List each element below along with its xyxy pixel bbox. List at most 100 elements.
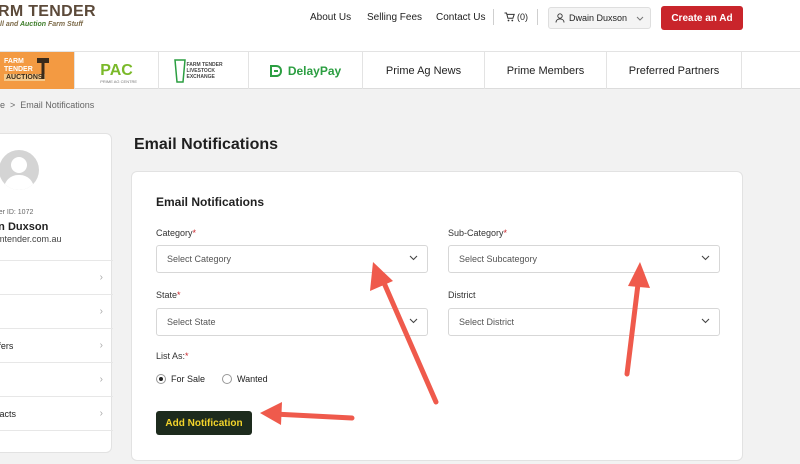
sidebar-item[interactable]	[0, 430, 113, 464]
livestock-exchange-logo[interactable]: FARM TENDER LIVESTOCK EXCHANGE	[159, 52, 249, 89]
chevron-down-icon	[636, 16, 644, 21]
state-label: State*	[156, 290, 181, 300]
chevron-right-icon: ›	[99, 306, 103, 317]
chevron-down-icon	[409, 318, 418, 324]
nav-prime-ag-news-label: Prime Ag News	[385, 64, 462, 77]
auctions-logo-text: FARM TENDER	[4, 58, 33, 74]
required-mark: *	[185, 351, 189, 361]
category-label: Category*	[156, 228, 196, 238]
sidebar-item[interactable]: ›	[0, 362, 113, 396]
list-as-label-text: List As:	[156, 351, 186, 361]
add-notification-button[interactable]: Add Notification	[156, 411, 252, 435]
pac-logo-text: PAC PRIME AG CENTRE	[100, 61, 137, 84]
wanted-label: Wanted	[237, 374, 268, 384]
user-menu-button[interactable]: Dwain Duxson	[548, 7, 651, 29]
pac-logo[interactable]: PAC PRIME AG CENTRE	[75, 52, 159, 89]
header-divider	[493, 9, 494, 25]
required-mark: *	[177, 290, 181, 300]
user-icon	[555, 13, 565, 23]
page-title: Email Notifications	[134, 136, 279, 153]
member-email: armtender.com.au	[0, 234, 62, 244]
user-name: Dwain Duxson	[569, 13, 628, 23]
district-select-value: Select District	[459, 317, 515, 327]
member-name: ain Duxson	[0, 221, 49, 233]
chevron-right-icon: ›	[99, 340, 103, 351]
breadcrumb-separator: >	[10, 100, 16, 110]
about-us-link[interactable]: About Us	[310, 12, 351, 26]
sidebar-item[interactable]: gs›	[0, 260, 113, 294]
sidebar-item-label: ntracts	[0, 408, 17, 419]
state-label-text: State	[156, 290, 178, 300]
avatar	[0, 150, 39, 190]
radio-selected-icon	[156, 374, 166, 384]
cart-icon	[504, 12, 515, 22]
auctions-logo-line2: TENDER	[4, 66, 33, 73]
chevron-down-icon	[701, 318, 710, 324]
required-mark: *	[192, 228, 197, 238]
delaypay-icon	[269, 64, 282, 77]
header-divider	[537, 9, 538, 25]
breadcrumb-current: Email Notifications	[20, 100, 95, 110]
livestock-exchange-label: FARM TENDER LIVESTOCK EXCHANGE	[186, 61, 223, 80]
state-select[interactable]: Select State	[156, 308, 428, 336]
chevron-down-icon	[409, 255, 418, 261]
gavel-icon	[37, 58, 49, 79]
delaypay-label: DelayPay	[287, 63, 342, 78]
sidebar-item[interactable]: ntracts ›	[0, 396, 113, 430]
delaypay-logo-text: DelayPay	[269, 63, 342, 78]
cart-count: (0)	[517, 12, 528, 22]
cart-button[interactable]: (0)	[504, 12, 528, 22]
chevron-down-icon	[701, 255, 710, 261]
form-title: Email Notifications	[156, 195, 265, 209]
required-mark: *	[503, 228, 508, 238]
subcategory-label-text: Sub-Category	[448, 228, 504, 238]
create-ad-button[interactable]: Create an Ad	[661, 6, 743, 30]
breadcrumb: e > Email Notifications	[0, 100, 94, 110]
subcategory-select-value: Select Subcategory	[459, 254, 538, 264]
contact-us-link[interactable]: Contact Us	[436, 12, 485, 26]
category-select-value: Select Category	[167, 254, 232, 264]
list-as-label: List As:*	[156, 351, 189, 361]
notification-form-card: Email Notifications Category* Select Cat…	[131, 171, 743, 461]
avatar-body	[4, 175, 34, 190]
logo-tagline-suffix: Farm Stuff	[46, 21, 83, 28]
exchange-logo-icon	[173, 58, 186, 83]
district-label: District	[448, 290, 476, 300]
category-select[interactable]: Select Category	[156, 245, 428, 273]
member-id: mber ID: 1072	[0, 209, 34, 216]
selling-fees-link[interactable]: Selling Fees	[367, 12, 422, 26]
for-sale-radio[interactable]: For Sale	[156, 374, 205, 384]
logo-tagline-prefix: ll and	[0, 21, 20, 28]
auctions-logo-line1: FARM	[4, 58, 24, 65]
partner-nav-bar: FARM TENDER AUCTIONS PAC PRIME AG CENTRE F…	[0, 52, 800, 89]
logo-tagline-highlight: Auction	[19, 21, 47, 28]
nav-prime-ag-news[interactable]: Prime Ag News	[363, 52, 485, 89]
subcategory-label: Sub-Category*	[448, 228, 507, 238]
sidebar-item-label: Offers	[0, 340, 14, 351]
radio-unselected-icon	[222, 374, 232, 384]
category-label-text: Category	[156, 228, 193, 238]
farm-tender-logo[interactable]: RM TENDER	[0, 3, 96, 21]
delaypay-logo[interactable]: DelayPay	[249, 52, 363, 89]
avatar-head	[11, 157, 27, 173]
chevron-right-icon: ›	[99, 272, 103, 283]
pac-logo-label: PAC	[100, 61, 133, 79]
chevron-right-icon: ›	[99, 408, 103, 419]
nav-preferred-partners[interactable]: Preferred Partners	[607, 52, 742, 89]
sidebar-item[interactable]: Offers ›	[0, 328, 113, 362]
state-select-value: Select State	[167, 317, 216, 327]
account-sidebar: mber ID: 1072 ain Duxson armtender.com.a…	[0, 133, 113, 453]
top-header: RM TENDER ll and Auction Farm Stuff Abou…	[0, 0, 800, 52]
logo-tagline: ll and Auction Farm Stuff	[0, 21, 83, 28]
subcategory-select[interactable]: Select Subcategory	[448, 245, 720, 273]
nav-prime-members[interactable]: Prime Members	[485, 52, 607, 89]
district-select[interactable]: Select District	[448, 308, 720, 336]
breadcrumb-home[interactable]: e	[0, 100, 5, 110]
sidebar-item[interactable]: s›	[0, 294, 113, 328]
district-label-text: District	[448, 290, 476, 300]
wanted-radio[interactable]: Wanted	[222, 374, 268, 384]
nav-preferred-partners-label: Preferred Partners	[628, 64, 720, 77]
nav-prime-members-label: Prime Members	[506, 64, 585, 77]
farm-tender-auctions-logo[interactable]: FARM TENDER AUCTIONS	[0, 52, 75, 89]
chevron-right-icon: ›	[99, 374, 103, 385]
